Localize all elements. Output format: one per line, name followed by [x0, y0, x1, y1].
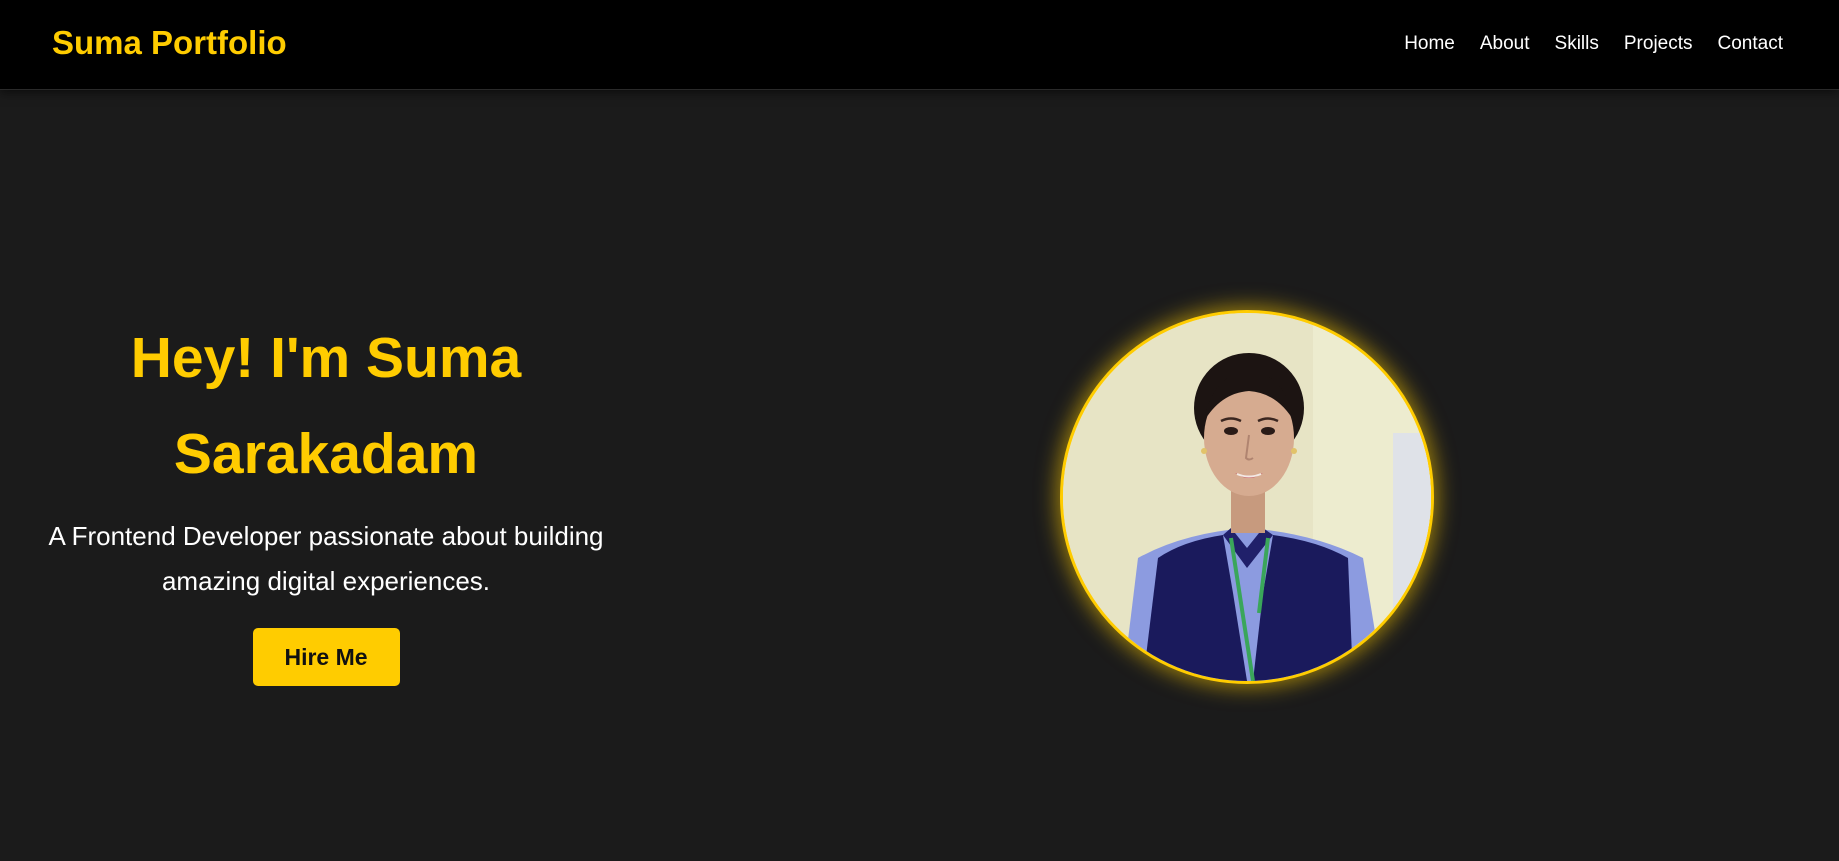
nav-link-contact[interactable]: Contact — [1718, 31, 1783, 57]
hero-subtitle-line1: A Frontend Developer passionate about bu… — [48, 521, 604, 551]
nav-link-about[interactable]: About — [1480, 31, 1530, 57]
hero-title: Hey! I'm Suma Sarakadam — [0, 310, 652, 502]
hero-subtitle: A Frontend Developer passionate about bu… — [0, 514, 652, 604]
profile-photo-illustration — [1063, 313, 1431, 681]
hire-me-button[interactable]: Hire Me — [252, 628, 400, 686]
profile-photo — [1060, 310, 1434, 684]
navbar: Suma Portfolio Home About Skills Project… — [0, 0, 1839, 90]
hero-subtitle-line2: amazing digital experiences. — [161, 566, 491, 596]
nav-link-projects[interactable]: Projects — [1624, 31, 1693, 57]
hero-text: Hey! I'm Suma Sarakadam A Frontend Devel… — [0, 310, 652, 686]
nav-links: Home About Skills Projects Contact — [1404, 31, 1783, 57]
nav-link-skills[interactable]: Skills — [1555, 31, 1599, 57]
nav-link-home[interactable]: Home — [1404, 31, 1455, 57]
hero-title-line2: Sarakadam — [173, 422, 479, 486]
hero-title-line1: Hey! I'm Suma — [130, 326, 522, 390]
brand-logo-link[interactable]: Suma Portfolio — [52, 23, 287, 63]
